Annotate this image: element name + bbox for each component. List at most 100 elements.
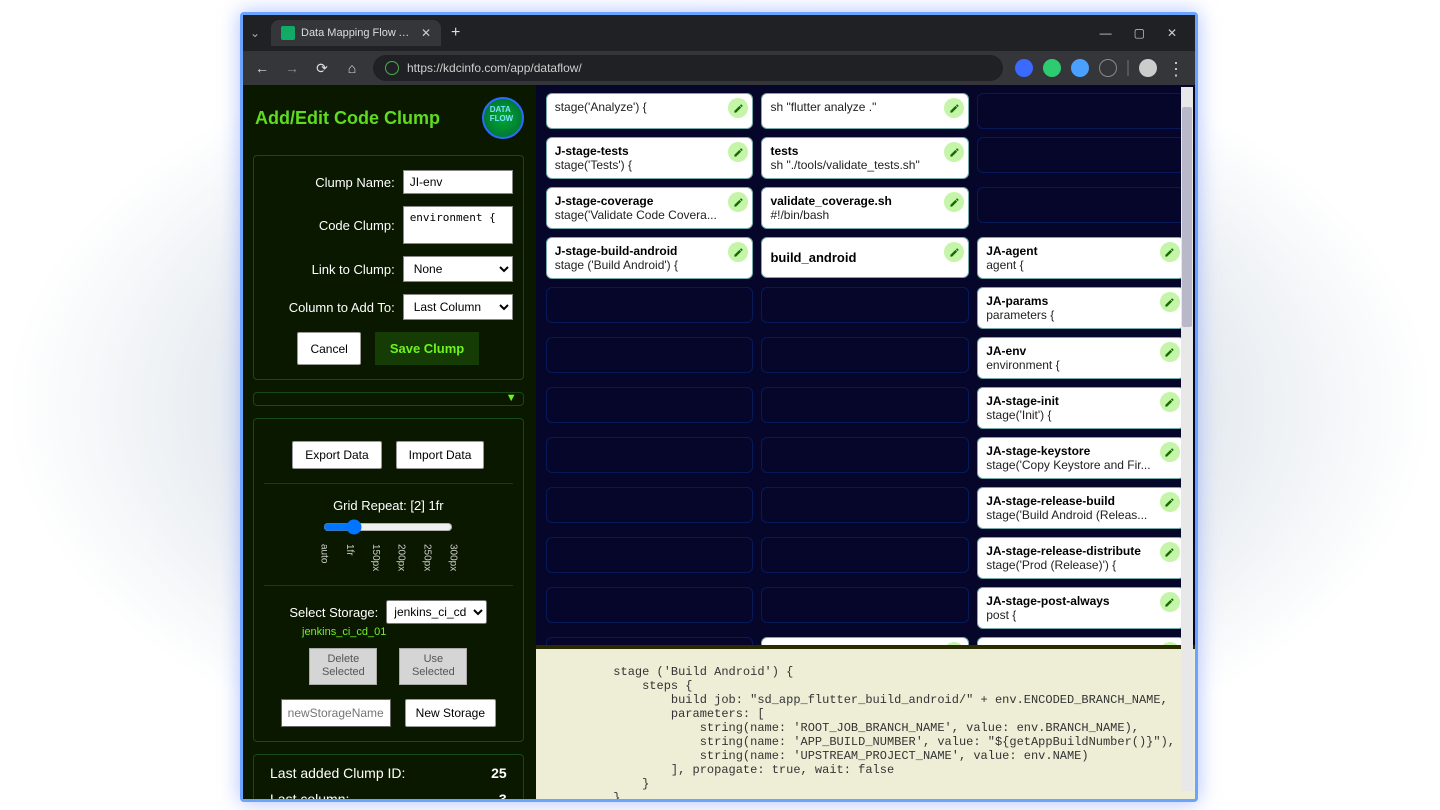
clump-card[interactable]: JA-paramsparameters { [977, 287, 1185, 329]
clump-subtitle: environment { [986, 358, 1154, 372]
clump-subtitle: stage('Tests') { [555, 158, 723, 172]
site-info-icon[interactable] [385, 61, 399, 75]
edit-icon[interactable] [944, 642, 964, 645]
extension-icons: ⋮ [1015, 59, 1185, 77]
clump-title: build_ios [770, 644, 938, 645]
nav-back-icon[interactable]: ← [253, 60, 271, 76]
edit-icon[interactable] [1160, 442, 1180, 462]
new-storage-button[interactable]: New Storage [405, 699, 496, 727]
clump-title: JA-stage-post-always [986, 594, 1154, 608]
clump-title: JA-stage-release-build [986, 494, 1154, 508]
grid-repeat-slider[interactable] [323, 519, 453, 535]
edit-icon[interactable] [728, 142, 748, 162]
import-data-button[interactable]: Import Data [396, 441, 485, 469]
window-close-icon[interactable]: ✕ [1167, 26, 1177, 40]
delete-selected-button[interactable]: Delete Selected [309, 648, 377, 684]
last-column-value: 3 [499, 791, 507, 799]
clump-title: J-stage-build-android [555, 244, 723, 258]
clump-title: JA-env [986, 344, 1154, 358]
save-clump-button[interactable]: Save Clump [375, 332, 479, 365]
edit-icon[interactable] [1160, 292, 1180, 312]
clump-card[interactable]: JA-stage-initstage('Init') { [977, 387, 1185, 429]
clump-subtitle: sh "./tools/validate_tests.sh" [770, 158, 938, 172]
use-selected-button[interactable]: Use Selected [399, 648, 467, 684]
browser-menu-icon[interactable]: ⋮ [1167, 59, 1185, 77]
window-minimize-icon[interactable]: — [1100, 26, 1112, 40]
clump-title: JA-agent [986, 244, 1154, 258]
clump-card[interactable]: JA-stage-post-alwayspost { [977, 587, 1185, 629]
empty-slot [761, 587, 969, 623]
clump-card[interactable]: JA-agentagent { [977, 237, 1185, 279]
extensions-menu-icon[interactable] [1099, 59, 1117, 77]
cancel-button[interactable]: Cancel [297, 332, 360, 365]
url-bar[interactable]: https://kdcinfo.com/app/dataflow/ [373, 55, 1003, 81]
edit-icon[interactable] [728, 242, 748, 262]
grid-repeat-label: Grid Repeat: [2] 1fr [264, 498, 513, 513]
empty-slot [546, 287, 754, 323]
clump-subtitle: stage('Copy Keystore and Fir... [986, 458, 1154, 472]
clump-card[interactable]: JA-stage-keystorestage('Copy Keystore an… [977, 437, 1185, 479]
nav-forward-icon[interactable]: → [283, 60, 301, 76]
clump-card[interactable]: J-stage-build-androidstage ('Build Andro… [546, 237, 754, 279]
tabs-dropdown[interactable]: ⌄ [243, 26, 267, 40]
extension-icon[interactable] [1071, 59, 1089, 77]
clump-card[interactable]: build_android [761, 237, 969, 278]
clump-card[interactable]: build_iosstage ('Build iOS') { [761, 637, 969, 645]
column-add-select[interactable]: Last Column [403, 294, 513, 320]
edit-icon[interactable] [1160, 542, 1180, 562]
edit-icon[interactable] [944, 142, 964, 162]
clump-card[interactable]: J-stage-coveragestage('Validate Code Cov… [546, 187, 754, 229]
last-clump-id-value: 25 [491, 765, 507, 781]
select-storage-label: Select Storage: [289, 605, 378, 620]
clump-card[interactable]: JA-stage-release-distributestage('Prod (… [977, 537, 1185, 579]
edit-icon[interactable] [1160, 492, 1180, 512]
window-maximize-icon[interactable]: ▢ [1134, 26, 1145, 40]
collapsed-panel-toggle[interactable] [253, 392, 524, 406]
tab-close-icon[interactable]: ✕ [421, 26, 431, 40]
export-data-button[interactable]: Export Data [292, 441, 381, 469]
edit-icon[interactable] [944, 98, 964, 118]
edit-icon[interactable] [944, 242, 964, 262]
clump-form-panel: Clump Name: Code Clump: environment { Li… [253, 155, 524, 380]
code-clump-textarea[interactable]: environment { [403, 206, 513, 244]
browser-tab[interactable]: Data Mapping Flow Analysis To ✕ [271, 20, 441, 46]
nav-home-icon[interactable]: ⌂ [343, 60, 361, 76]
edit-icon[interactable] [1160, 242, 1180, 262]
clump-card[interactable]: JI-agentagent { [977, 637, 1185, 645]
edit-icon[interactable] [1160, 392, 1180, 412]
new-tab-button[interactable]: + [451, 24, 460, 42]
clump-card[interactable]: testssh "./tools/validate_tests.sh" [761, 137, 969, 179]
link-to-clump-select[interactable]: None [403, 256, 513, 282]
extension-icon[interactable] [1043, 59, 1061, 77]
clump-card[interactable]: JA-envenvironment { [977, 337, 1185, 379]
code-preview-pane[interactable]: stage ('Build Android') { steps { build … [536, 645, 1195, 799]
clump-name-input[interactable] [403, 170, 513, 194]
empty-slot [546, 337, 754, 373]
nav-reload-icon[interactable]: ⟳ [313, 60, 331, 77]
empty-slot [977, 187, 1185, 223]
flow-row: JA-stage-initstage('Init') { [546, 387, 1185, 429]
edit-icon[interactable] [944, 192, 964, 212]
edit-icon[interactable] [728, 192, 748, 212]
edit-icon[interactable] [1160, 642, 1180, 645]
profile-icon[interactable] [1139, 59, 1157, 77]
edit-icon[interactable] [1160, 592, 1180, 612]
new-storage-name-input[interactable] [281, 699, 391, 727]
flow-canvas[interactable]: stage('Analyze') {sh "flutter analyze ."… [536, 85, 1195, 645]
clump-card[interactable]: J-stage-testsstage('Tests') { [546, 137, 754, 179]
url-text: https://kdcinfo.com/app/dataflow/ [407, 61, 582, 75]
storage-select[interactable]: jenkins_ci_cd [386, 600, 487, 624]
empty-slot [546, 637, 754, 645]
extension-icon[interactable] [1015, 59, 1033, 77]
window-scrollbar[interactable] [1181, 87, 1193, 791]
tab-title: Data Mapping Flow Analysis To [301, 27, 415, 39]
clump-card[interactable]: sh "flutter analyze ." [761, 93, 969, 129]
clump-card[interactable]: validate_coverage.sh#!/bin/bash [761, 187, 969, 229]
column-add-label: Column to Add To: [289, 300, 395, 315]
edit-icon[interactable] [1160, 342, 1180, 362]
edit-icon[interactable] [728, 98, 748, 118]
clump-title: validate_coverage.sh [770, 194, 938, 208]
clump-card[interactable]: stage('Analyze') { [546, 93, 754, 129]
empty-slot [546, 437, 754, 473]
clump-card[interactable]: JA-stage-release-buildstage('Build Andro… [977, 487, 1185, 529]
